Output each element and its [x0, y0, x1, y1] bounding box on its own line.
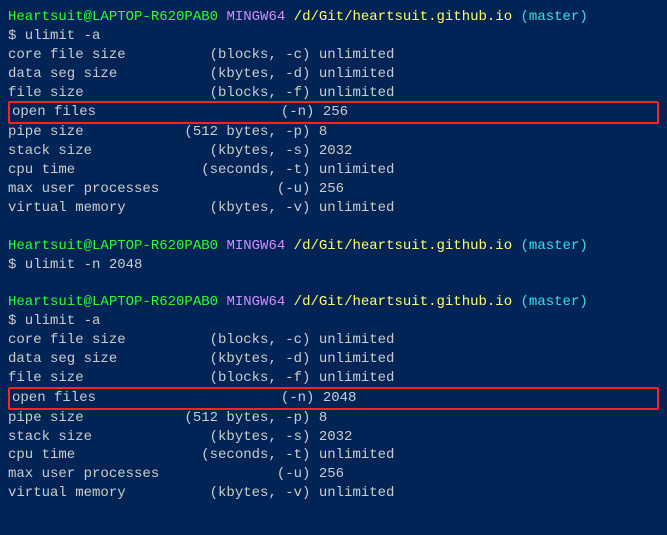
output-line: pipe size (512 bytes, -p) 8: [8, 409, 659, 428]
prompt-path: /d/Git/heartsuit.github.io: [294, 9, 512, 25]
prompt-user: Heartsuit@LAPTOP-R620PAB0: [8, 294, 218, 310]
output-line: virtual memory (kbytes, -v) unlimited: [8, 199, 659, 218]
output-line: file size (blocks, -f) unlimited: [8, 84, 659, 103]
prompt-host: MINGW64: [226, 294, 285, 310]
output-line: open files (-n) 256: [12, 103, 655, 122]
output-line: file size (blocks, -f) unlimited: [8, 369, 659, 388]
output-line: data seg size (kbytes, -d) unlimited: [8, 350, 659, 369]
highlight-open-files-after: open files (-n) 2048: [8, 387, 659, 410]
prompt-line: Heartsuit@LAPTOP-R620PAB0 MINGW64 /d/Git…: [8, 293, 659, 312]
prompt-line: Heartsuit@LAPTOP-R620PAB0 MINGW64 /d/Git…: [8, 237, 659, 256]
highlight-open-files-before: open files (-n) 256: [8, 101, 659, 124]
output-line: cpu time (seconds, -t) unlimited: [8, 161, 659, 180]
prompt-user: Heartsuit@LAPTOP-R620PAB0: [8, 9, 218, 25]
prompt-line: Heartsuit@LAPTOP-R620PAB0 MINGW64 /d/Git…: [8, 8, 659, 27]
prompt-path: /d/Git/heartsuit.github.io: [294, 294, 512, 310]
output-line: pipe size (512 bytes, -p) 8: [8, 123, 659, 142]
output-line: cpu time (seconds, -t) unlimited: [8, 446, 659, 465]
command-line: $ ulimit -a: [8, 27, 659, 46]
prompt-user: Heartsuit@LAPTOP-R620PAB0: [8, 238, 218, 254]
output-line: stack size (kbytes, -s) 2032: [8, 142, 659, 161]
output-line: core file size (blocks, -c) unlimited: [8, 331, 659, 350]
command-line: $ ulimit -n 2048: [8, 256, 659, 275]
output-line: virtual memory (kbytes, -v) unlimited: [8, 484, 659, 503]
prompt-branch: (master): [521, 9, 588, 25]
prompt-branch: (master): [521, 294, 588, 310]
prompt-host: MINGW64: [226, 238, 285, 254]
output-line: open files (-n) 2048: [12, 389, 655, 408]
prompt-branch: (master): [521, 238, 588, 254]
output-line: core file size (blocks, -c) unlimited: [8, 46, 659, 65]
output-line: stack size (kbytes, -s) 2032: [8, 428, 659, 447]
blank-line: [8, 218, 659, 237]
command-line: $ ulimit -a: [8, 312, 659, 331]
output-line: max user processes (-u) 256: [8, 180, 659, 199]
prompt-path: /d/Git/heartsuit.github.io: [294, 238, 512, 254]
output-line: data seg size (kbytes, -d) unlimited: [8, 65, 659, 84]
prompt-host: MINGW64: [226, 9, 285, 25]
output-line: max user processes (-u) 256: [8, 465, 659, 484]
terminal[interactable]: Heartsuit@LAPTOP-R620PAB0 MINGW64 /d/Git…: [8, 8, 659, 503]
blank-line: [8, 274, 659, 293]
